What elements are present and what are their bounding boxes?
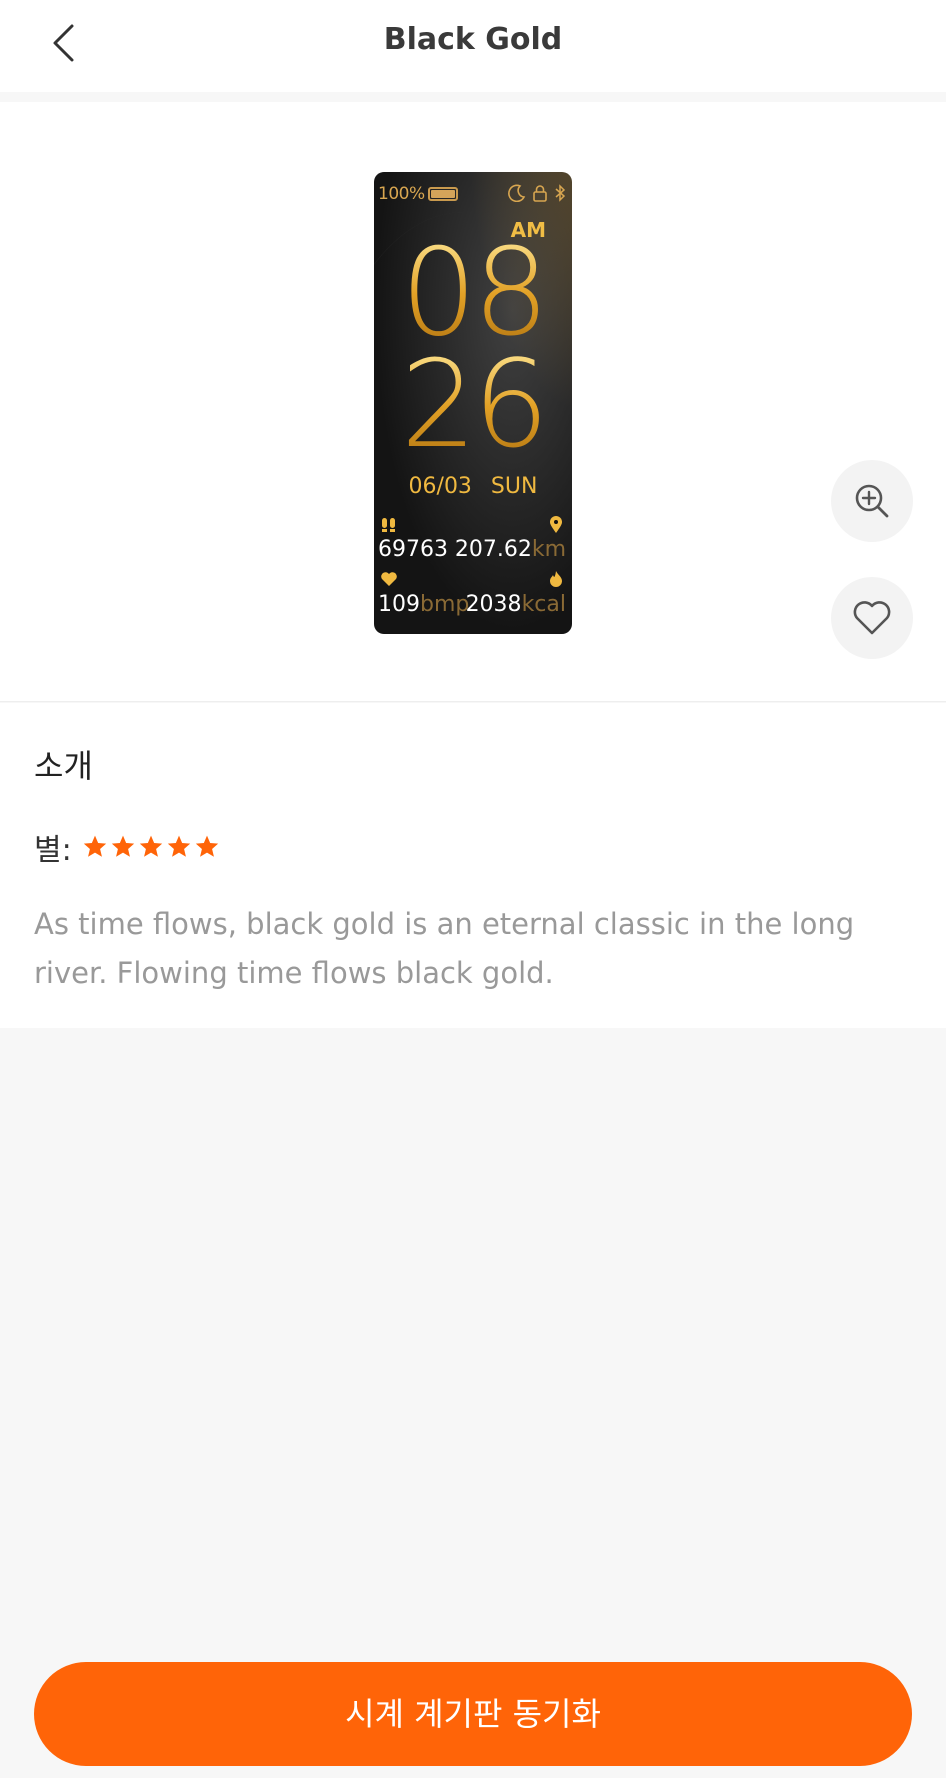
divider <box>0 92 946 102</box>
steps-value: 69763 <box>378 537 448 562</box>
heart-rate-value: 109 <box>378 592 420 617</box>
location-pin-icon <box>548 516 564 538</box>
battery-fill <box>431 190 455 198</box>
zoom-in-icon <box>855 484 889 518</box>
minutes-digits: 26 <box>374 346 572 466</box>
moon-icon <box>508 184 526 202</box>
watch-face-detail-page: Black Gold 100% AM 08 26 06/03 SUN 69763… <box>0 0 946 1778</box>
heart-calories-row: 109bmp 2038kcal <box>378 592 566 617</box>
footsteps-icon <box>380 516 398 538</box>
star-icon <box>195 835 218 857</box>
star-icon <box>139 835 162 857</box>
preview-area: 100% AM 08 26 06/03 SUN 69763 207.62km 1… <box>0 102 946 702</box>
rating-stars <box>82 834 220 860</box>
date-label: 06/03 SUN <box>408 474 538 499</box>
rating-label: 별: <box>34 833 72 868</box>
battery-percent: 100% <box>378 184 425 204</box>
status-icons <box>508 184 566 202</box>
sync-watch-face-button[interactable]: 시계 계기판 동기화 <box>34 1662 912 1766</box>
distance-value: 207.62 <box>454 537 532 562</box>
zoom-button[interactable] <box>831 460 913 542</box>
battery-icon <box>428 187 458 201</box>
calories-group: 2038kcal <box>466 592 566 617</box>
star-icon <box>111 835 134 857</box>
rating-row: 별: <box>34 825 220 869</box>
distance-unit: km <box>531 537 566 562</box>
heart-outline-icon <box>853 601 891 635</box>
distance-group: 207.62km <box>455 537 566 562</box>
watch-status-bar: 100% <box>378 182 566 206</box>
steps-distance-row: 69763 207.62km <box>378 537 566 562</box>
page-title: Black Gold <box>383 22 563 57</box>
top-bar: Black Gold <box>0 0 946 92</box>
bluetooth-icon <box>555 184 566 202</box>
calories-unit: kcal <box>521 592 566 617</box>
favorite-button[interactable] <box>831 577 913 659</box>
flame-icon <box>548 570 564 592</box>
star-icon <box>83 835 106 857</box>
lock-icon <box>533 185 547 202</box>
description-text: As time flows, black gold is an eternal … <box>34 907 855 990</box>
calories-value: 2038 <box>465 592 522 617</box>
hours-digits: 08 <box>374 234 572 354</box>
section-title: 소개 <box>34 747 93 785</box>
watch-face-preview: 100% AM 08 26 06/03 SUN 69763 207.62km 1… <box>374 172 572 634</box>
star-icon <box>167 835 190 857</box>
heart-icon <box>380 571 398 591</box>
heart-rate-unit: bmp <box>420 592 470 617</box>
info-section: 소개 별: As time flows, black gold is an et… <box>0 703 946 1028</box>
heart-rate-group: 109bmp <box>378 592 469 617</box>
